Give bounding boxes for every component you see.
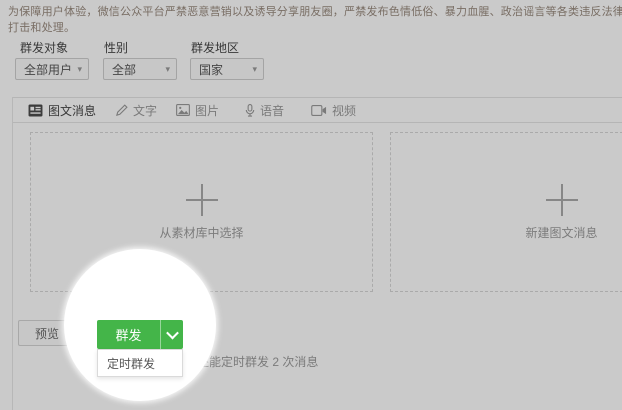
scheduled-send-menu-item[interactable]: 定时群发 [98,350,182,376]
chevron-down-icon [166,327,179,340]
send-button[interactable]: 群发 [97,320,160,349]
mass-message-page: 为保障用户体验，微信公众平台严禁恶意营销以及诱导分享朋友圈，严禁发布色情低俗、暴… [0,0,622,410]
send-dropdown-menu: 定时群发 [97,349,183,377]
send-dropdown-toggle[interactable] [160,320,183,349]
send-split-button[interactable]: 群发 [97,320,183,349]
